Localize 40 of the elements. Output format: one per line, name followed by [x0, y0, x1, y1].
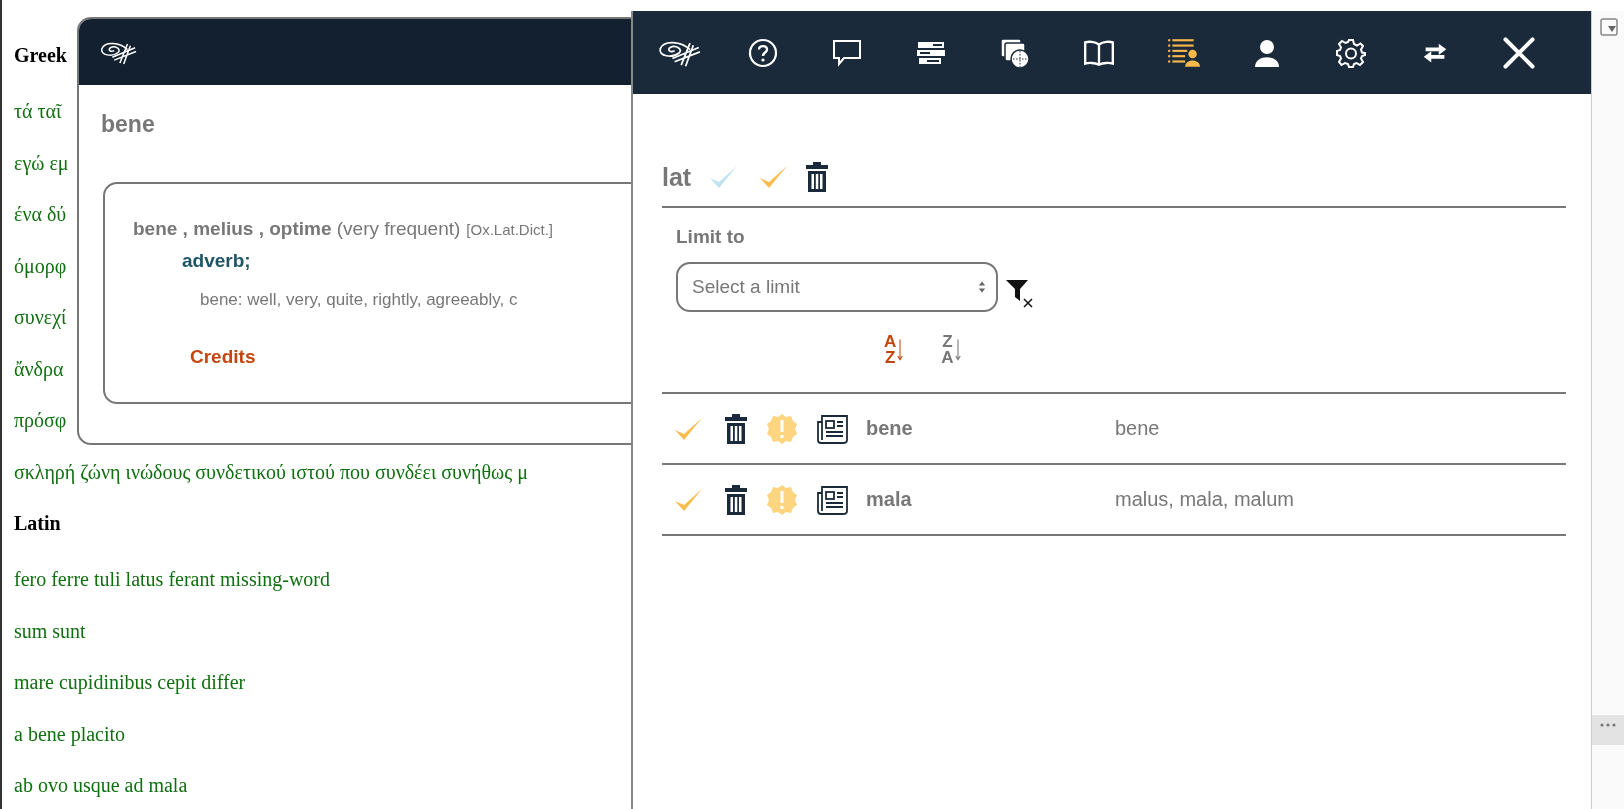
sort-button[interactable]: Z A	[941, 334, 961, 366]
popup-word: bene	[101, 111, 156, 138]
text-line: fero ferre tuli latus ferant missing-word	[14, 568, 330, 591]
lemma-text: bene	[1115, 417, 1160, 440]
text-line: ἄνδρα	[14, 357, 64, 381]
text-line: τά ταῖ	[14, 100, 62, 123]
language-label: lat	[662, 162, 692, 192]
text-line: ab ovo usque ad mala	[14, 774, 188, 797]
word-text: bene	[866, 417, 914, 440]
text-line: mare cupidinibus cepit differ	[14, 671, 246, 694]
text-line: ένα δύ	[14, 203, 67, 226]
trash-icon[interactable]	[724, 483, 748, 516]
arrow-icon	[954, 337, 961, 363]
limit-select[interactable]: Select a limit	[676, 262, 998, 312]
text-line: όμορφ	[14, 254, 67, 278]
definition-text: bene: well, very, quite, rightly, agreeably, c	[200, 290, 519, 310]
filter-clear-icon[interactable]	[1004, 277, 1036, 309]
newspaper-icon[interactable]	[816, 412, 850, 445]
text-line: πρόσφ	[14, 409, 67, 432]
sort-button[interactable]: A Z	[884, 334, 904, 366]
dropdown-icon[interactable]	[1599, 17, 1619, 37]
text-line: συνεχί	[14, 306, 67, 329]
newspaper-icon[interactable]	[816, 483, 850, 516]
text-line: sum sunt	[14, 619, 86, 643]
source-label: [Ox.Lat.Dict.]	[466, 221, 554, 238]
credits-link[interactable]: Credits	[190, 346, 256, 368]
word-text: mala	[866, 488, 913, 511]
caret-icon	[978, 280, 986, 294]
trash-icon[interactable]	[805, 161, 830, 193]
part-of-speech: adverb;	[182, 250, 252, 272]
text-line: εγώ εμ	[14, 151, 69, 175]
text-line: a bene placito	[14, 722, 126, 746]
limit-label: Limit to	[676, 226, 746, 248]
arrow-icon	[897, 337, 904, 363]
headword-line: bene , melius , optime (very frequent)	[133, 218, 461, 240]
section-heading: Greek	[14, 44, 67, 67]
section-heading: Latin	[14, 512, 61, 535]
text-line: σκληρή ζώνη ινώδους συνδετικού ιστού που συνδέει συνήθως μ	[14, 460, 528, 484]
trash-icon[interactable]	[724, 412, 748, 445]
lemma-text: malus, mala, malum	[1115, 488, 1294, 511]
